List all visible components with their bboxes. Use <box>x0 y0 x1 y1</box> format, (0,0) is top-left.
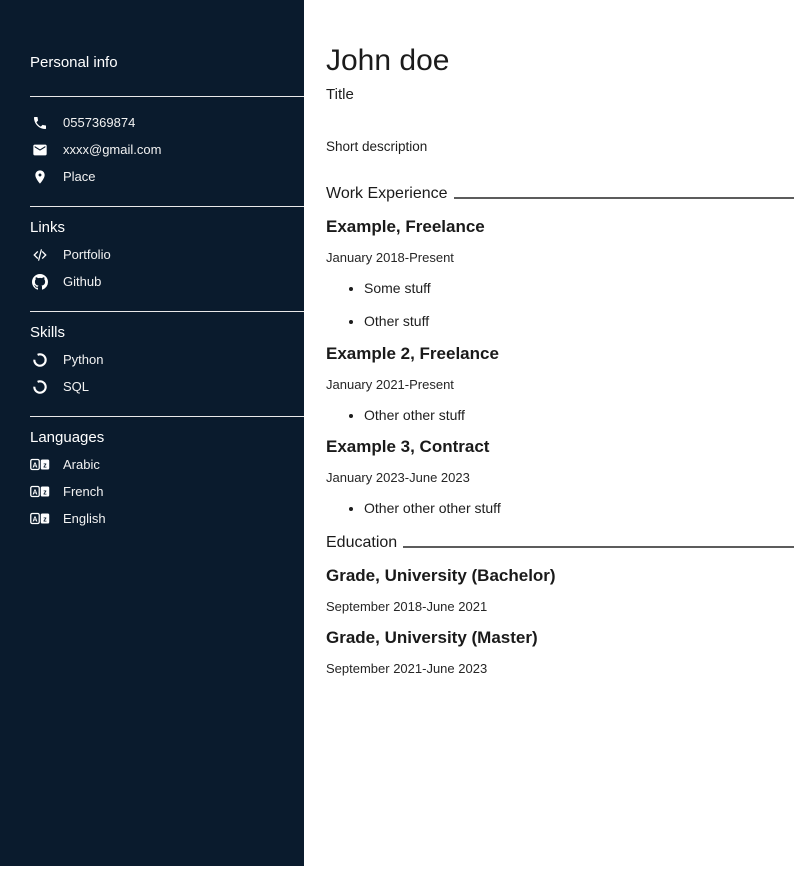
sidebar-item-label: English <box>63 512 106 525</box>
section-heading-work-experience: Work Experience <box>326 185 794 203</box>
sidebar-heading-personal-info: Personal info <box>30 54 304 72</box>
circle-notch-icon <box>30 352 50 368</box>
sidebar-divider <box>30 416 304 417</box>
language-icon: Az <box>30 457 50 473</box>
section-heading-label: Work Experience <box>326 185 448 203</box>
personal-info-list: 0557369874 xxxx@gmail.com Place <box>30 109 304 190</box>
sidebar-item-sql: SQL <box>30 373 304 400</box>
sidebar-item-label: Python <box>63 353 103 366</box>
language-icon: Az <box>30 511 50 527</box>
svg-text:z: z <box>43 489 47 496</box>
main-content: John doe Title Short description Work Ex… <box>304 0 794 869</box>
section-heading-label: Education <box>326 534 397 552</box>
sidebar-divider <box>30 206 304 207</box>
svg-text:z: z <box>43 516 47 523</box>
svg-text:A: A <box>33 462 38 469</box>
resume-page: Personal info 0557369874 xxxx@gmail.com Pl… <box>0 0 794 869</box>
location-icon <box>30 169 50 185</box>
sidebar-item-place: Place <box>30 163 304 190</box>
sidebar-item-label: Place <box>63 170 96 183</box>
entry-title: Example 2, Freelance <box>326 344 794 364</box>
code-icon <box>30 247 50 263</box>
links-list: Portfolio Github <box>30 241 304 295</box>
sidebar-divider <box>30 96 304 97</box>
entry-title: Example, Freelance <box>326 217 794 237</box>
circle-notch-icon <box>30 379 50 395</box>
person-title: Title <box>326 86 794 103</box>
sidebar-item-label: French <box>63 485 103 498</box>
github-icon <box>30 274 50 290</box>
section-heading-education: Education <box>326 534 794 552</box>
sidebar-heading-languages: Languages <box>30 429 304 447</box>
bullet-item: Other stuff <box>364 314 794 329</box>
entry-bullet-list: Other other stuff <box>326 408 794 423</box>
education-entries: Grade, University (Bachelor) September 20… <box>326 566 794 676</box>
sidebar-item-github: Github <box>30 268 304 295</box>
language-icon: Az <box>30 484 50 500</box>
entry-dates: January 2018-Present <box>326 250 794 265</box>
sidebar-item-label: Github <box>63 275 101 288</box>
sidebar-item-portfolio: Portfolio <box>30 241 304 268</box>
sidebar-item-label: SQL <box>63 380 89 393</box>
entry-bullet-list: Some stuff Other stuff <box>326 281 794 330</box>
entry-title: Example 3, Contract <box>326 437 794 457</box>
svg-text:A: A <box>33 516 38 523</box>
phone-icon <box>30 115 50 131</box>
sidebar-item-arabic: Az Arabic <box>30 451 304 478</box>
person-name: John doe <box>326 44 794 77</box>
sidebar-heading-skills: Skills <box>30 324 304 342</box>
svg-text:A: A <box>33 489 38 496</box>
bullet-item: Other other stuff <box>364 408 794 423</box>
sidebar-item-0557369874: 0557369874 <box>30 109 304 136</box>
entry-dates: September 2018-June 2021 <box>326 599 794 614</box>
sidebar: Personal info 0557369874 xxxx@gmail.com Pl… <box>0 0 304 866</box>
entry-title: Grade, University (Bachelor) <box>326 566 794 586</box>
sidebar-item-xxxx-gmail-com: xxxx@gmail.com <box>30 136 304 163</box>
bullet-item: Other other other stuff <box>364 501 794 516</box>
short-description: Short description <box>326 139 794 154</box>
sidebar-item-label: xxxx@gmail.com <box>63 143 161 156</box>
svg-text:z: z <box>43 462 47 469</box>
sidebar-item-label: 0557369874 <box>63 116 135 129</box>
sidebar-divider <box>30 311 304 312</box>
envelope-icon <box>30 142 50 158</box>
heading-rule-line <box>403 546 794 548</box>
sidebar-item-english: Az English <box>30 505 304 532</box>
entry-title: Grade, University (Master) <box>326 628 794 648</box>
languages-list: Az Arabic Az French Az English <box>30 451 304 532</box>
entry-dates: January 2023-June 2023 <box>326 470 794 485</box>
work-experience-entries: Example, Freelance January 2018-Present So… <box>326 217 794 517</box>
bullet-item: Some stuff <box>364 281 794 296</box>
entry-dates: January 2021-Present <box>326 377 794 392</box>
sidebar-item-french: Az French <box>30 478 304 505</box>
sidebar-item-label: Arabic <box>63 458 100 471</box>
sidebar-item-python: Python <box>30 346 304 373</box>
heading-rule-line <box>454 197 794 199</box>
entry-dates: September 2021-June 2023 <box>326 661 794 676</box>
sidebar-heading-links: Links <box>30 219 304 237</box>
entry-bullet-list: Other other other stuff <box>326 501 794 516</box>
skills-list: Python SQL <box>30 346 304 400</box>
sidebar-item-label: Portfolio <box>63 248 111 261</box>
